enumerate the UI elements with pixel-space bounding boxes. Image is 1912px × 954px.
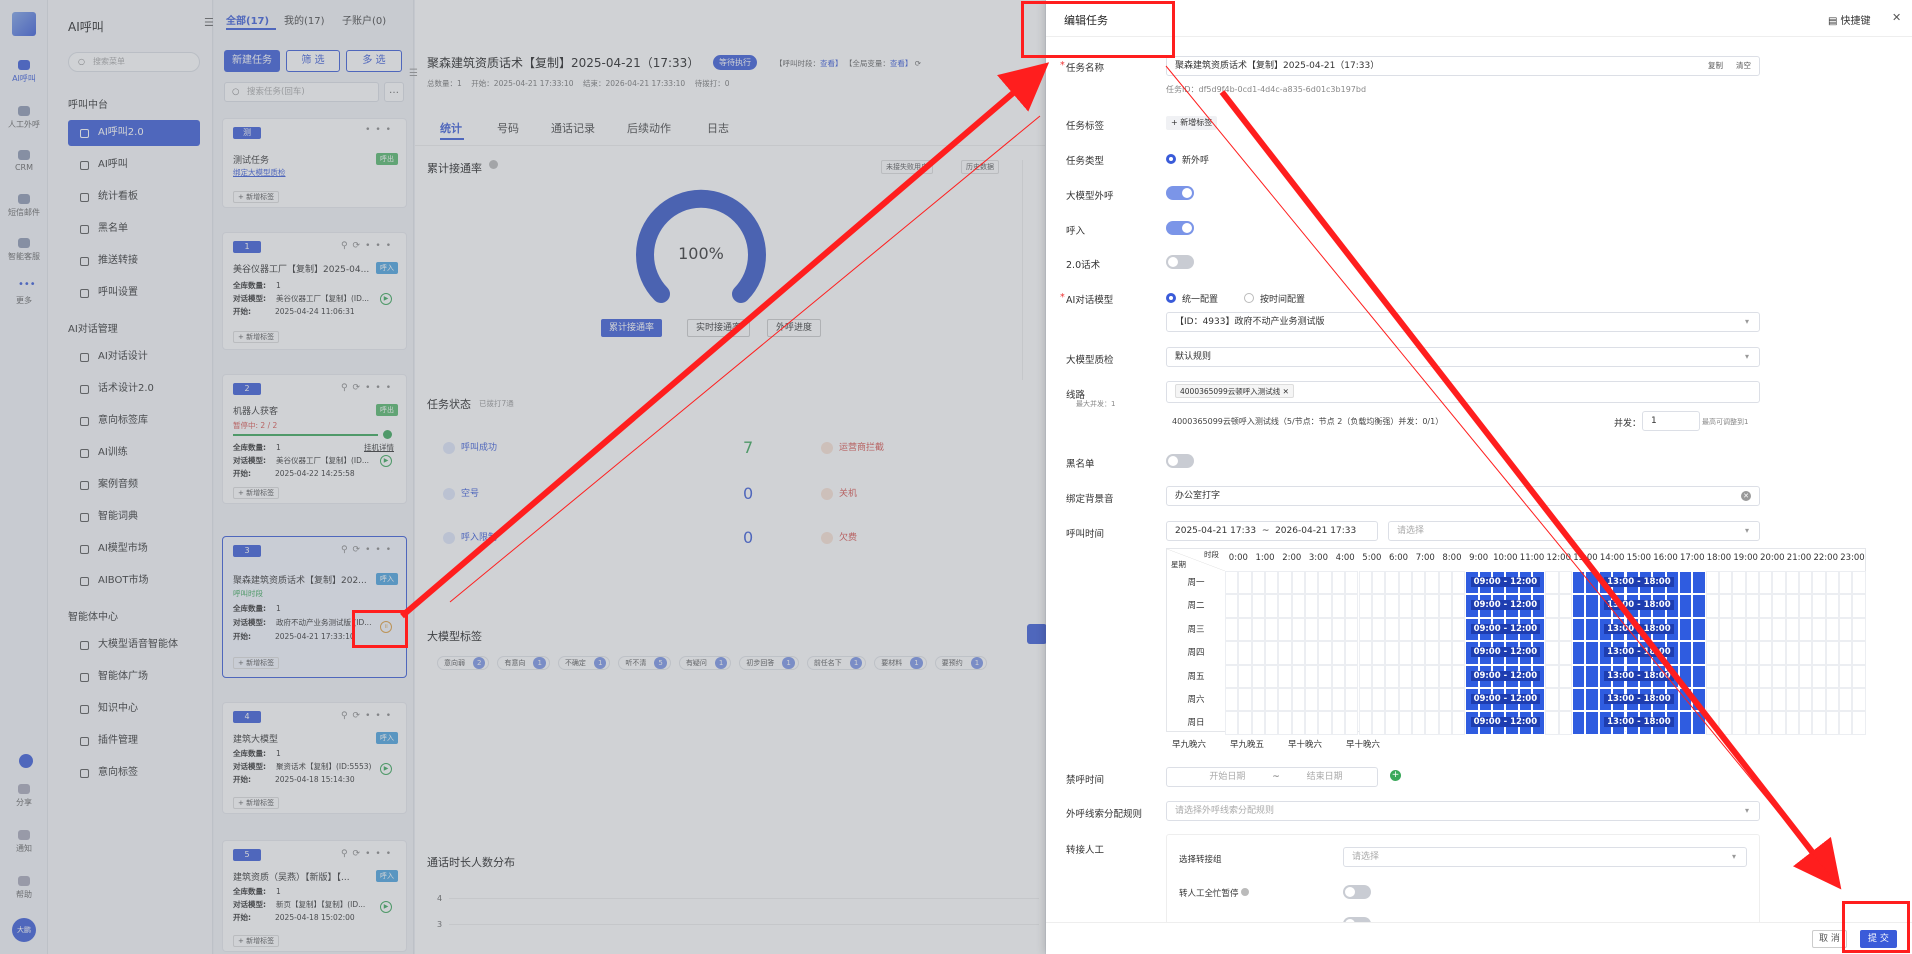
annotation-arrows (400, 62, 1842, 890)
